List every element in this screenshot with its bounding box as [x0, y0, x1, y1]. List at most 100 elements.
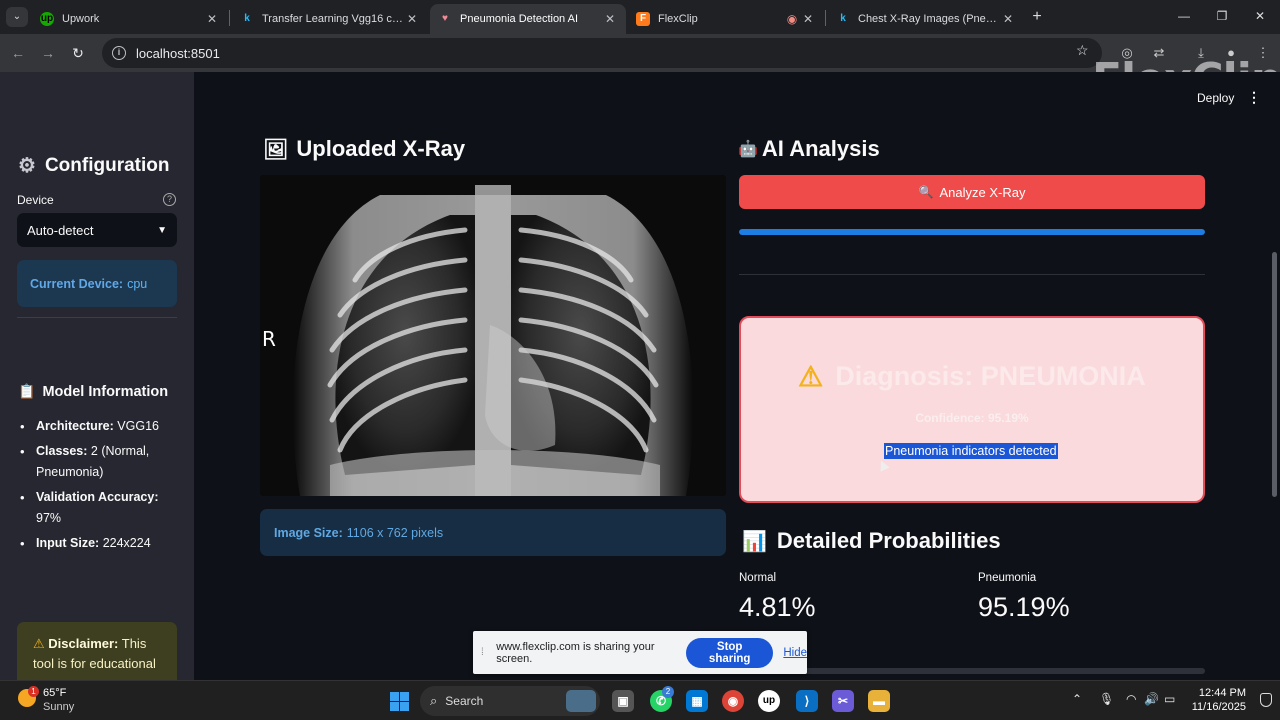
clock-date[interactable]: 11/16/2025: [1188, 701, 1246, 713]
file-explorer-icon[interactable]: ▬: [868, 690, 890, 712]
flexclip-icon: F: [636, 12, 650, 26]
indicators-text: Pneumonia indicators detected: [884, 443, 1058, 459]
close-tab-icon[interactable]: ✕: [204, 12, 220, 26]
model-info-title-text: Model Information: [42, 383, 169, 400]
hide-notice-link[interactable]: Hide: [783, 647, 807, 659]
deploy-button[interactable]: Deploy: [1197, 91, 1234, 105]
store-icon[interactable]: ▦: [686, 690, 708, 712]
xray-side-marker: R: [262, 327, 276, 351]
address-bar[interactable]: i localhost:8501: [102, 38, 1102, 68]
probability-bar: [739, 668, 1205, 674]
picture-icon: 🖼: [263, 138, 289, 161]
sidebar-title: ⚙ Configuration: [18, 153, 169, 178]
info-key: Validation Accuracy:: [36, 489, 159, 504]
help-icon[interactable]: ?: [163, 193, 176, 206]
microphone-icon[interactable]: 🎙: [1099, 692, 1114, 706]
magnifier-icon: 🔍: [918, 185, 934, 199]
app-menu-icon[interactable]: ⋮: [1247, 89, 1261, 106]
close-tab-icon[interactable]: ✕: [602, 12, 618, 26]
image-size-value: 1106 x 762 pixels: [346, 525, 444, 540]
scrollbar[interactable]: [1272, 252, 1277, 497]
back-arrow-icon[interactable]: ←: [8, 43, 28, 63]
chevron-up-icon[interactable]: ⌃: [1072, 692, 1082, 706]
tab-title: Chest X-Ray Images (Pneumoni: [858, 13, 1000, 25]
tab-pneumonia-detection[interactable]: ♥ Pneumonia Detection AI ✕: [430, 4, 626, 34]
sharing-message: www.flexclip.com is sharing your screen.: [496, 640, 655, 665]
current-device-label: Current Device:: [30, 276, 124, 291]
reload-icon[interactable]: ↻: [68, 43, 88, 63]
minimize-button[interactable]: —: [1164, 6, 1204, 26]
close-tab-icon[interactable]: ✕: [1000, 12, 1016, 26]
disclaimer-label: Disclaimer:: [48, 636, 119, 651]
list-item: Architecture: VGG16: [20, 416, 170, 438]
image-size-info: Image Size: 1106 x 762 pixels: [260, 509, 726, 556]
chevron-down-icon: ▼: [157, 224, 167, 236]
landscape-widget-icon[interactable]: [566, 690, 596, 712]
uploaded-xray-title: Uploaded X-Ray: [296, 136, 466, 161]
task-view-icon[interactable]: ▣: [612, 690, 634, 712]
drag-handle-icon[interactable]: ⁞: [481, 647, 488, 658]
close-tab-icon[interactable]: ✕: [800, 12, 816, 26]
site-info-icon[interactable]: i: [112, 46, 126, 60]
search-label: Search: [445, 694, 484, 708]
bookmark-star-icon[interactable]: ☆: [1076, 42, 1089, 59]
model-info-list: Architecture: VGG16 Classes: 2 (Normal, …: [20, 416, 170, 557]
upwork-app-icon[interactable]: up: [758, 690, 780, 712]
analyze-xray-button[interactable]: 🔍 Analyze X-Ray: [739, 175, 1205, 209]
battery-icon[interactable]: ▭: [1164, 692, 1175, 706]
list-item: Input Size: 224x224: [20, 533, 170, 555]
confidence-text: Confidence: 95.19%: [915, 411, 1029, 425]
uploaded-xray-heading: 🖼 Uploaded X-Ray: [263, 136, 465, 162]
tab-upwork[interactable]: up Upwork ✕: [32, 4, 228, 34]
tab-title: Pneumonia Detection AI: [460, 13, 579, 25]
bar-chart-icon: 📊: [742, 530, 767, 553]
restore-button[interactable]: ❐: [1202, 6, 1242, 26]
windows-start-icon[interactable]: [390, 692, 409, 711]
screen-sharing-notice: ⁞ www.flexclip.com is sharing your scree…: [473, 631, 807, 674]
tab-title: FlexClip: [658, 13, 698, 25]
tab-title: Upwork: [62, 13, 100, 25]
vscode-icon[interactable]: ⟩: [796, 690, 818, 712]
progress-fill: [739, 229, 1205, 235]
clock-time[interactable]: 12:44 PM: [1198, 687, 1246, 699]
tab-flexclip[interactable]: F FlexClip ◉ ✕: [628, 4, 824, 34]
chrome-icon[interactable]: ◉: [722, 690, 744, 712]
tab-search-button[interactable]: ⌄: [6, 7, 28, 27]
wifi-icon[interactable]: ◠: [1126, 692, 1136, 706]
tab-separator: [229, 10, 230, 26]
pneumonia-metric-label: Pneumonia: [978, 572, 1037, 584]
diagnosis-heading: ⚠ Diagnosis: PNEUMONIA: [741, 360, 1203, 393]
probabilities-heading: 📊 Detailed Probabilities: [742, 528, 1001, 554]
volume-icon[interactable]: 🔊: [1144, 692, 1159, 706]
diagnosis-result-box: ⚠ Diagnosis: PNEUMONIA Confidence: 95.19…: [739, 316, 1205, 503]
pneumonia-metric-value: 95.19%: [978, 592, 1070, 622]
normal-metric-label: Normal: [739, 572, 777, 584]
tab-chest-xray-images[interactable]: k Chest X-Ray Images (Pneumoni ✕: [828, 4, 1024, 34]
kaggle-icon: k: [840, 13, 846, 24]
windows-taskbar: 1 65°F Sunny ⌕ Search ▣ ✆ 2 ▦ ◉ up ⟩ ✂ ▬…: [0, 680, 1280, 720]
tab-transfer-learning[interactable]: k Transfer Learning Vgg16 chest- ✕: [232, 4, 428, 34]
lungs-icon: ♥: [442, 13, 448, 24]
weather-description[interactable]: Sunny: [43, 701, 74, 713]
weather-temperature[interactable]: 65°F: [43, 687, 66, 699]
info-value: 224x224: [102, 535, 151, 550]
tab-title: Transfer Learning Vgg16 chest-: [262, 13, 404, 25]
close-window-button[interactable]: ✕: [1240, 6, 1280, 26]
new-tab-button[interactable]: +: [1028, 8, 1046, 26]
ai-analysis-heading: 🤖 AI Analysis: [738, 136, 880, 162]
device-select[interactable]: Auto-detect ▼: [17, 213, 177, 247]
close-tab-icon[interactable]: ✕: [404, 12, 420, 26]
stop-sharing-button[interactable]: Stop sharing: [686, 637, 774, 668]
analysis-progress-bar: [739, 229, 1205, 235]
forward-arrow-icon[interactable]: →: [38, 43, 58, 63]
device-select-value: Auto-detect: [27, 222, 94, 238]
chest-xray-graphic: [260, 175, 726, 496]
snipping-tool-icon[interactable]: ✂: [832, 690, 854, 712]
section-divider: [739, 274, 1205, 275]
disclaimer-box: ⚠ Disclaimer: This tool is for education…: [17, 622, 177, 680]
notification-bell-icon[interactable]: [1260, 693, 1272, 707]
url-text: localhost:8501: [136, 45, 220, 61]
model-info-title: 📋 Model Information: [18, 383, 168, 400]
search-icon: ⌕: [430, 693, 438, 708]
gear-icon: ⚙: [18, 155, 36, 177]
